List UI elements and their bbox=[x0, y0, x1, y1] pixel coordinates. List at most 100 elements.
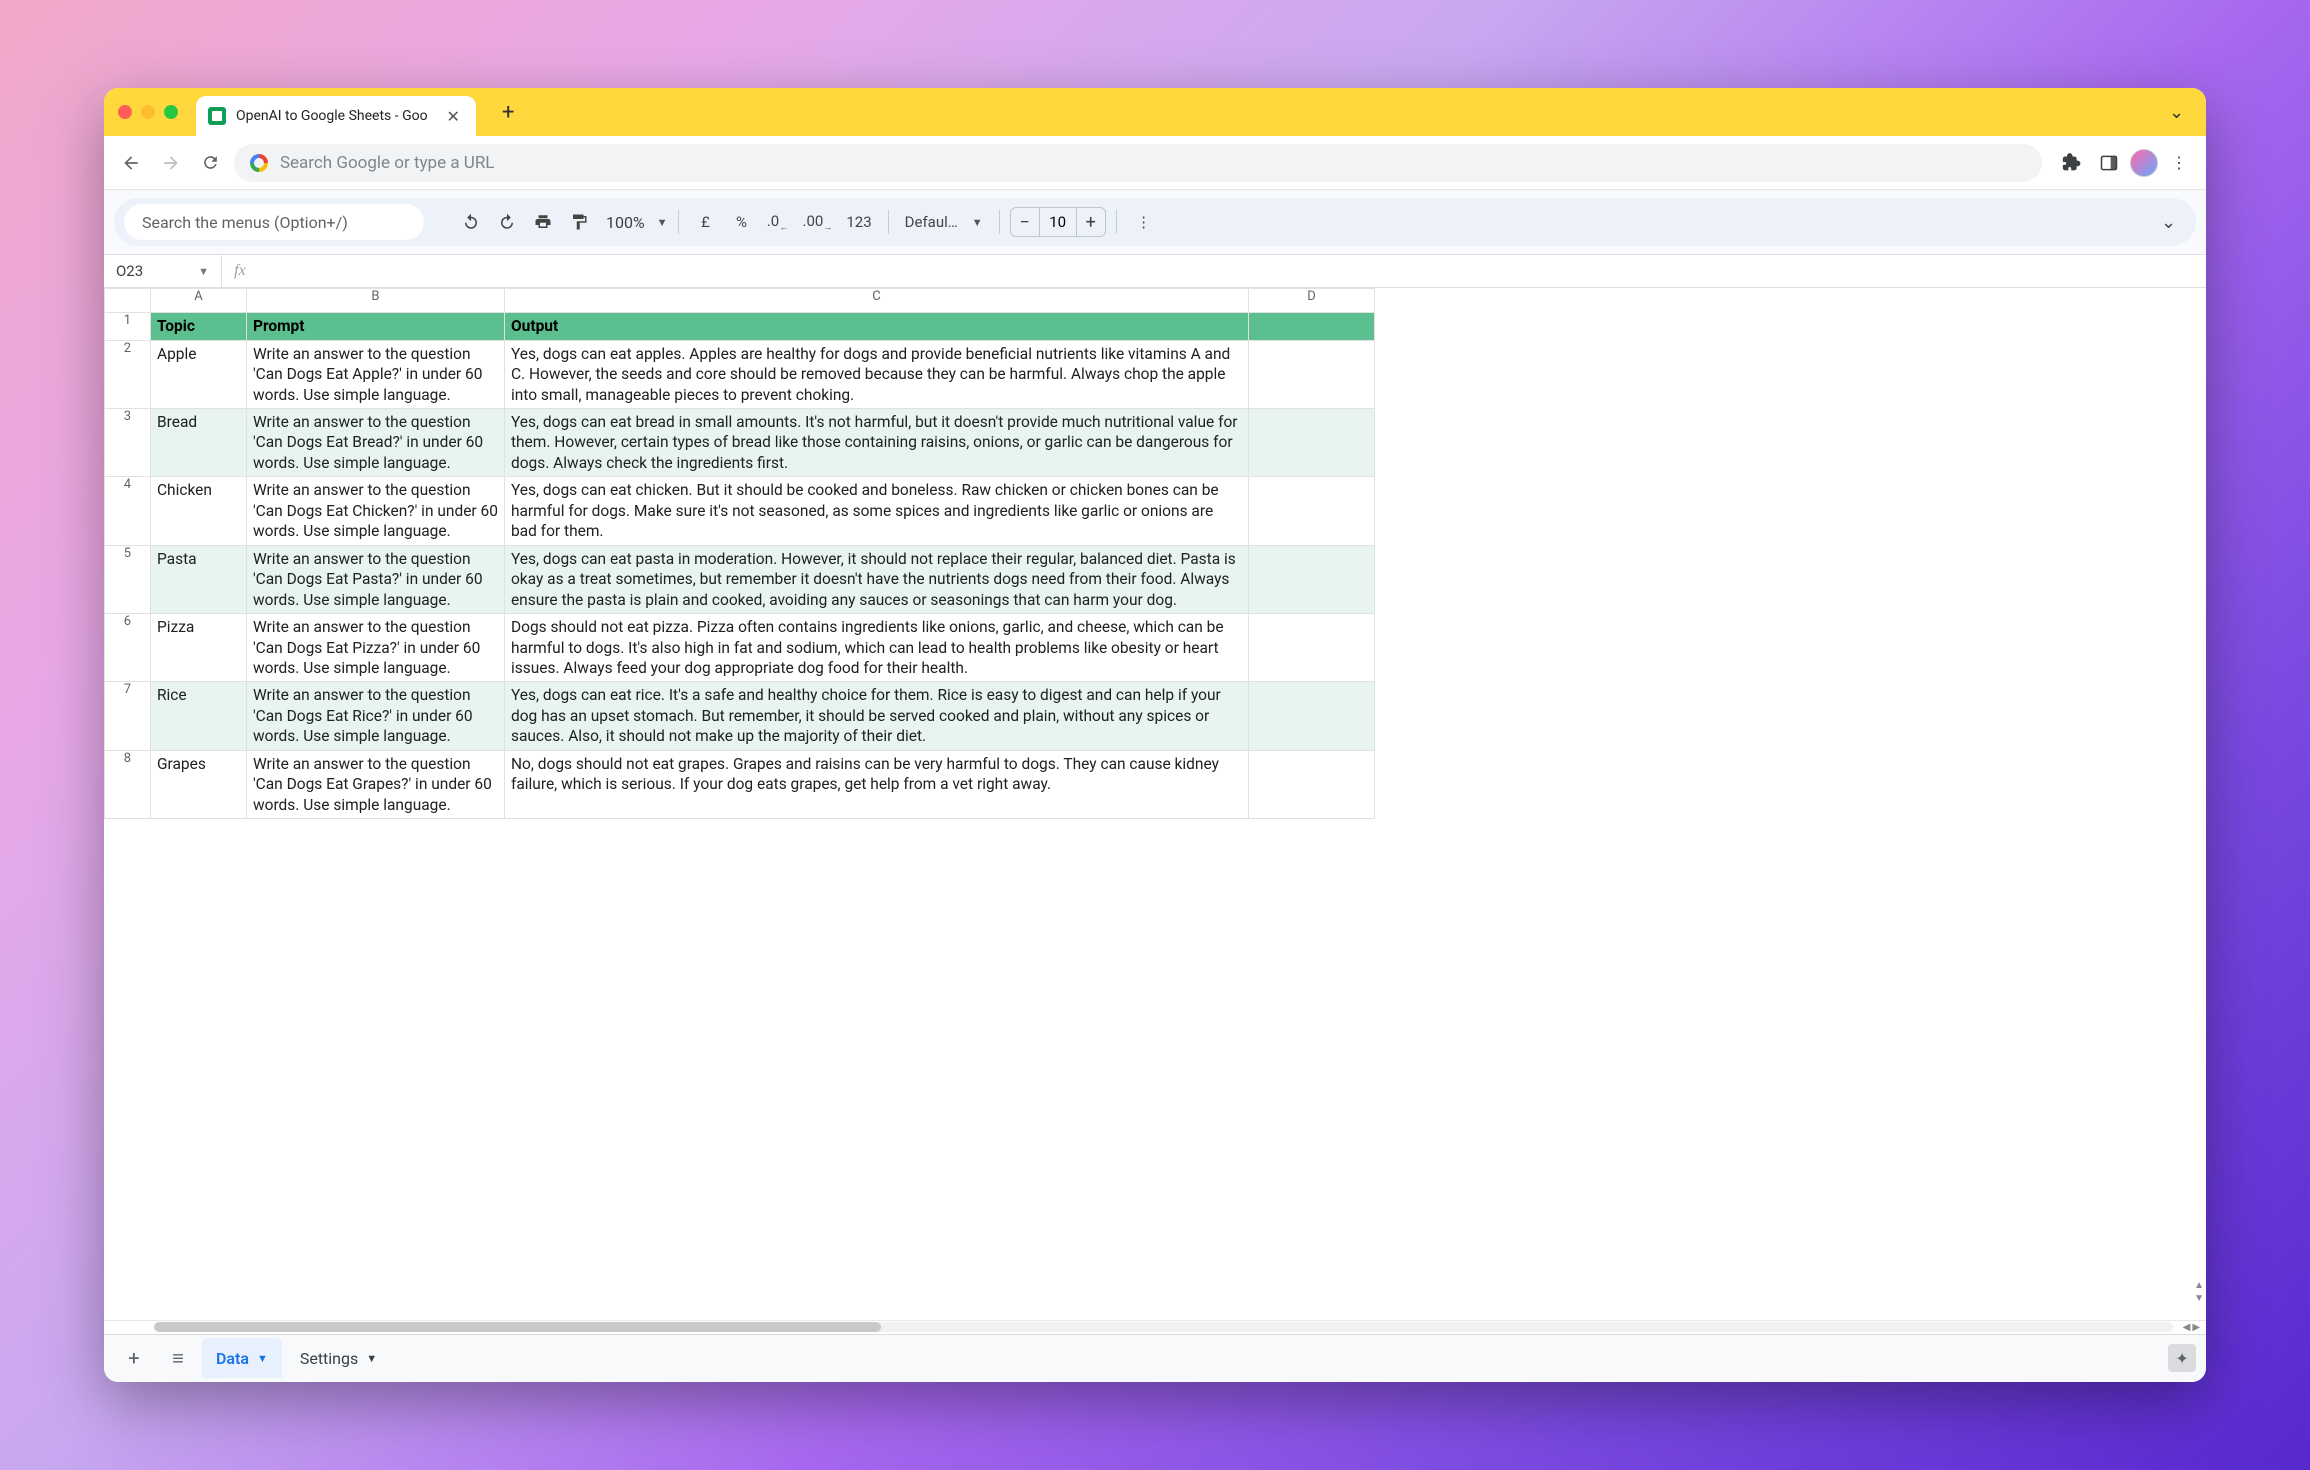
row-header[interactable]: 8 bbox=[104, 750, 150, 818]
sheet-tab-data[interactable]: Data ▼ bbox=[202, 1338, 282, 1378]
cell[interactable] bbox=[1248, 409, 1374, 477]
cell[interactable] bbox=[1248, 682, 1374, 750]
table-row: 6PizzaWrite an answer to the question 'C… bbox=[104, 614, 1374, 682]
cell-prompt[interactable]: Write an answer to the question 'Can Dog… bbox=[246, 477, 504, 545]
increase-decimal-button[interactable]: .00→ bbox=[797, 205, 839, 239]
fullscreen-window-button[interactable] bbox=[164, 105, 178, 119]
cell[interactable] bbox=[1248, 313, 1374, 340]
row-header[interactable]: 5 bbox=[104, 545, 150, 613]
vertical-scroll-arrows[interactable]: ▲▼ bbox=[2194, 1280, 2204, 1304]
address-bar[interactable]: Search Google or type a URL bbox=[234, 144, 2042, 182]
new-tab-button[interactable]: + bbox=[494, 100, 522, 125]
minimize-window-button[interactable] bbox=[141, 105, 155, 119]
sheet-tab-settings[interactable]: Settings ▼ bbox=[286, 1338, 391, 1378]
spreadsheet-grid[interactable]: A B C D 1TopicPromptOutput2AppleWrite an… bbox=[104, 288, 2206, 1320]
undo-button[interactable] bbox=[454, 205, 488, 239]
redo-button[interactable] bbox=[490, 205, 524, 239]
cell-prompt[interactable]: Write an answer to the question 'Can Dog… bbox=[246, 545, 504, 613]
font-family-dropdown[interactable]: Defaul… ▼ bbox=[899, 205, 989, 239]
percent-label: % bbox=[736, 213, 747, 231]
cell-output[interactable]: Yes, dogs can eat bread in small amounts… bbox=[504, 409, 1248, 477]
name-box[interactable]: O23 ▼ bbox=[104, 255, 222, 287]
cell-prompt[interactable]: Write an answer to the question 'Can Dog… bbox=[246, 340, 504, 408]
forward-button[interactable] bbox=[154, 146, 188, 180]
add-sheet-button[interactable]: + bbox=[114, 1338, 154, 1378]
close-tab-button[interactable]: ✕ bbox=[443, 107, 464, 126]
cell[interactable] bbox=[1248, 545, 1374, 613]
cell[interactable]: Prompt bbox=[246, 313, 504, 340]
expand-toolbar-button[interactable]: ⌄ bbox=[2151, 212, 2186, 233]
more-toolbar-button[interactable]: ⋮ bbox=[1127, 205, 1161, 239]
cell-topic[interactable]: Bread bbox=[150, 409, 246, 477]
row-header[interactable]: 2 bbox=[104, 340, 150, 408]
browser-tab[interactable]: OpenAI to Google Sheets - Goo ✕ bbox=[196, 96, 476, 136]
browser-menu-button[interactable]: ⋮ bbox=[2162, 146, 2196, 180]
row-header[interactable]: 1 bbox=[104, 313, 150, 340]
row-header[interactable]: 3 bbox=[104, 409, 150, 477]
column-header-C[interactable]: C bbox=[504, 289, 1248, 313]
paint-format-button[interactable] bbox=[562, 205, 596, 239]
cell[interactable] bbox=[1248, 340, 1374, 408]
back-button[interactable] bbox=[114, 146, 148, 180]
table-row: 4ChickenWrite an answer to the question … bbox=[104, 477, 1374, 545]
inc-decimal-label: .00 bbox=[803, 212, 824, 230]
row-header[interactable]: 7 bbox=[104, 682, 150, 750]
column-header-B[interactable]: B bbox=[246, 289, 504, 313]
format-currency-button[interactable]: £ bbox=[689, 205, 723, 239]
profile-avatar[interactable] bbox=[2130, 149, 2158, 177]
select-all-corner[interactable] bbox=[104, 289, 150, 313]
formula-input[interactable] bbox=[258, 255, 2206, 287]
cell[interactable]: Topic bbox=[150, 313, 246, 340]
font-size-value[interactable]: 10 bbox=[1039, 208, 1077, 236]
menu-search-input[interactable]: Search the menus (Option+/) bbox=[124, 204, 424, 240]
cell-output[interactable]: No, dogs should not eat grapes. Grapes a… bbox=[504, 750, 1248, 818]
cell[interactable]: Output bbox=[504, 313, 1248, 340]
explore-button[interactable]: ✦ bbox=[2168, 1344, 2196, 1372]
header-row: 1TopicPromptOutput bbox=[104, 313, 1374, 340]
font-name-label: Defaul… bbox=[905, 213, 958, 231]
cell-topic[interactable]: Chicken bbox=[150, 477, 246, 545]
cell-topic[interactable]: Grapes bbox=[150, 750, 246, 818]
row-header[interactable]: 4 bbox=[104, 477, 150, 545]
more-formats-button[interactable]: 123 bbox=[840, 205, 877, 239]
sheets-toolbar-container: Search the menus (Option+/) 100% ▼ £ % .… bbox=[104, 190, 2206, 254]
cell-prompt[interactable]: Write an answer to the question 'Can Dog… bbox=[246, 750, 504, 818]
close-window-button[interactable] bbox=[118, 105, 132, 119]
sheet-tab-label: Settings bbox=[300, 1349, 358, 1368]
cell-output[interactable]: Yes, dogs can eat apples. Apples are hea… bbox=[504, 340, 1248, 408]
cell-topic[interactable]: Apple bbox=[150, 340, 246, 408]
browser-window: OpenAI to Google Sheets - Goo ✕ + ⌄ Sear… bbox=[104, 88, 2206, 1382]
cell-topic[interactable]: Pizza bbox=[150, 614, 246, 682]
extensions-button[interactable] bbox=[2054, 146, 2088, 180]
cell-prompt[interactable]: Write an answer to the question 'Can Dog… bbox=[246, 682, 504, 750]
tabs-dropdown-button[interactable]: ⌄ bbox=[2161, 102, 2192, 123]
column-header-A[interactable]: A bbox=[150, 289, 246, 313]
increase-font-button[interactable]: + bbox=[1077, 212, 1105, 233]
side-panel-button[interactable] bbox=[2092, 146, 2126, 180]
cell[interactable] bbox=[1248, 477, 1374, 545]
cell[interactable] bbox=[1248, 750, 1374, 818]
cell-output[interactable]: Yes, dogs can eat chicken. But it should… bbox=[504, 477, 1248, 545]
row-header[interactable]: 6 bbox=[104, 614, 150, 682]
decrease-decimal-button[interactable]: .0← bbox=[761, 205, 795, 239]
decrease-font-button[interactable]: − bbox=[1011, 212, 1039, 233]
cell-topic[interactable]: Rice bbox=[150, 682, 246, 750]
cell-output[interactable]: Yes, dogs can eat pasta in moderation. H… bbox=[504, 545, 1248, 613]
horizontal-scrollbar[interactable]: ◀▶ bbox=[104, 1320, 2206, 1334]
cell[interactable] bbox=[1248, 614, 1374, 682]
cell-prompt[interactable]: Write an answer to the question 'Can Dog… bbox=[246, 614, 504, 682]
format-percent-button[interactable]: % bbox=[725, 205, 759, 239]
print-button[interactable] bbox=[526, 205, 560, 239]
cell-topic[interactable]: Pasta bbox=[150, 545, 246, 613]
reload-button[interactable] bbox=[194, 146, 228, 180]
window-controls bbox=[118, 105, 178, 119]
cell-prompt[interactable]: Write an answer to the question 'Can Dog… bbox=[246, 409, 504, 477]
zoom-dropdown[interactable]: 100% ▼ bbox=[598, 213, 668, 232]
cell-output[interactable]: Yes, dogs can eat rice. It's a safe and … bbox=[504, 682, 1248, 750]
format-123-label: 123 bbox=[846, 213, 871, 231]
cell-output[interactable]: Dogs should not eat pizza. Pizza often c… bbox=[504, 614, 1248, 682]
sheets-favicon-icon bbox=[208, 107, 226, 125]
google-icon bbox=[250, 154, 268, 172]
column-header-D[interactable]: D bbox=[1248, 289, 1374, 313]
all-sheets-button[interactable]: ≡ bbox=[158, 1338, 198, 1378]
